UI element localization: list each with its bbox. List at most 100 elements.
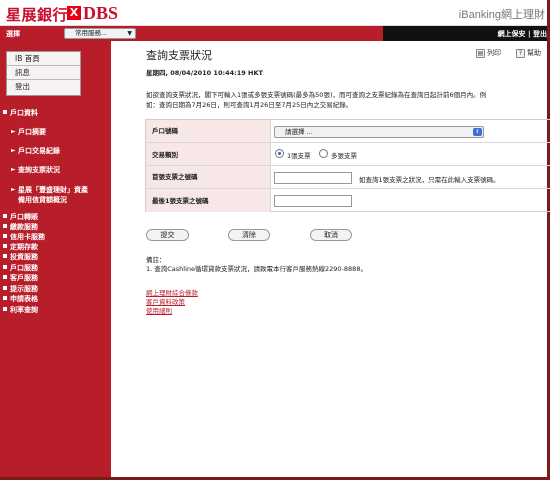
bullet-icon	[3, 214, 7, 218]
print-label: 列印	[487, 49, 501, 57]
sidebar-section-bill-payment[interactable]: 繳款服務	[3, 223, 38, 232]
last-cheque-input[interactable]	[274, 195, 352, 207]
sidebar-section-label: 客戶服務	[10, 274, 38, 282]
help-button[interactable]: ? 幫助	[516, 48, 541, 58]
sidebar-section-label: 繳款服務	[10, 223, 38, 231]
bullet-icon	[3, 110, 7, 114]
sidebar-section-label: 信用卡服務	[10, 233, 45, 241]
sidebar-section-customer-services[interactable]: 客戶服務	[3, 274, 38, 283]
sidebar-section-label: 戶口轉賬	[10, 213, 38, 221]
notes-item: 1. 查詢Cashline循環貸款支票狀況，請致電本行客戶服務熱線2290-88…	[146, 265, 367, 273]
sidebar-section-label: 戶口服務	[10, 264, 38, 272]
bullet-icon	[3, 275, 7, 279]
sidebar-item-label: 戶口摘要	[18, 128, 46, 136]
clear-button[interactable]: 清除	[228, 229, 270, 241]
sidebar-section-time-deposit[interactable]: 定期存款	[3, 243, 38, 252]
help-icon: ?	[516, 48, 525, 58]
print-button[interactable]: ▤ 列印	[476, 48, 501, 58]
select-label: 選擇	[6, 30, 20, 38]
sidebar-section-label: 定期存款	[10, 243, 38, 251]
dbs-logo-text: DBS	[83, 3, 119, 23]
first-cheque-hint: 如查詢1張支票之狀況，只需在此輸入支票號碼。	[359, 176, 500, 184]
sidebar-item-label: 星展「豐盛理財」資產	[18, 186, 88, 194]
bullet-icon	[3, 244, 7, 248]
sidebar-item-label: 查詢支票狀況	[18, 166, 60, 174]
login-datetime: 星期四, 08/04/2010 10:44:19 HKT	[146, 69, 263, 77]
sidebar-item-messages[interactable]: 訊息	[7, 66, 80, 80]
intro-line-2: 如：查詢日期為7月26日，則可查詢1月26日至7月25日內之交易紀錄。	[146, 101, 353, 109]
notes-title: 備註：	[146, 256, 166, 264]
first-cheque-input[interactable]	[274, 172, 352, 184]
arrow-right-icon: ►	[11, 128, 16, 135]
link-terms-of-use[interactable]: 使用細則	[146, 307, 198, 316]
bullet-icon	[3, 265, 7, 269]
chevron-down-icon: ▼	[127, 30, 132, 37]
sidebar-section-account-info[interactable]: 戶口資料	[3, 109, 38, 118]
ibanking-brand: iBanking網上理財	[458, 9, 545, 21]
sidebar-section-label: 申請表格	[10, 295, 38, 303]
sidebar-section-credit-card[interactable]: 信用卡服務	[3, 233, 45, 242]
radio-single-cheque[interactable]	[275, 149, 284, 158]
intro-text: 如欲查詢支票狀況，閣下可輸入1張或多張支票號碼(最多為50張)，而可查詢之支票紀…	[146, 90, 550, 110]
intro-line-1: 如欲查詢支票狀況，閣下可輸入1張或多張支票號碼(最多為50張)，而可查詢之支票紀…	[146, 91, 487, 99]
account-select[interactable]: 請選擇 ... ⇕	[274, 126, 484, 138]
help-label: 幫助	[527, 49, 541, 57]
sidebar-item-cheque-status[interactable]: ► 查詢支票狀況	[11, 165, 60, 175]
account-select-value: 請選擇 ...	[285, 128, 313, 136]
sidebar-section-label: 利率查詢	[10, 306, 38, 314]
submit-button[interactable]: 提交	[146, 229, 189, 241]
page-title: 查詢支票狀況	[146, 49, 212, 62]
notes: 備註： 1. 查詢Cashline循環貸款支票狀況，請致電本行客戶服務熱線229…	[146, 256, 367, 274]
sidebar-section-transfer[interactable]: 戶口轉賬	[3, 213, 38, 222]
sidebar-item-transactions[interactable]: ► 戶口交易紀錄	[11, 146, 60, 156]
printer-icon: ▤	[476, 48, 485, 58]
link-terms[interactable]: 網上理財綜合條款	[146, 289, 198, 298]
cancel-button[interactable]: 取消	[310, 229, 352, 241]
sidebar-section-rates[interactable]: 利率查詢	[3, 306, 38, 315]
sidebar-section-label: 投資服務	[10, 253, 38, 261]
link-privacy-policy[interactable]: 客戶資料政策	[146, 298, 198, 307]
bullet-icon	[3, 307, 7, 311]
sidebar-item-treasures-credit[interactable]: ► 星展「豐盛理財」資產 備用信貸額概況	[11, 185, 88, 205]
sidebar-item-ib-home[interactable]: IB 首頁	[7, 52, 80, 66]
bullet-icon	[3, 296, 7, 300]
radio-multiple-cheques[interactable]	[319, 149, 328, 158]
form-row-first-cheque: 首張支票之號碼 如查詢1張支票之狀況，只需在此輸入支票號碼。	[146, 166, 550, 189]
arrow-right-icon: ►	[11, 186, 16, 193]
sidebar-section-alerts[interactable]: 提示服務	[3, 285, 38, 294]
select-arrows-icon: ⇕	[473, 128, 482, 136]
sidebar-item-label-2: 備用信貸額概況	[18, 196, 67, 204]
sidebar-item-account-summary[interactable]: ► 戶口摘要	[11, 127, 46, 137]
footer-links: 網上理財綜合條款 客戶資料政策 使用細則	[146, 289, 198, 316]
services-select[interactable]: 常用服務... ▼	[64, 28, 136, 39]
first-cheque-label: 首張支票之號碼	[146, 166, 271, 188]
radio-multiple-label: 多張支票	[331, 152, 357, 160]
sidebar-section-forms[interactable]: 申請表格	[3, 295, 38, 304]
bullet-icon	[3, 234, 7, 238]
sidebar-section-label: 提示服務	[10, 285, 38, 293]
sidebar-section-account-services[interactable]: 戶口服務	[3, 264, 38, 273]
dbs-x-logo-icon: X	[67, 6, 81, 20]
bullet-icon	[3, 224, 7, 228]
radio-single-label: 1張支票	[287, 152, 311, 160]
form-row-account: 戶口號碼 請選擇 ... ⇕	[146, 120, 550, 143]
dbs-logo-chinese: 星展銀行	[6, 6, 69, 24]
bullet-icon	[3, 286, 7, 290]
account-label: 戶口號碼	[146, 120, 271, 142]
last-cheque-label: 最後1張支票之號碼	[146, 189, 271, 212]
sidebar-item-logout[interactable]: 登出	[7, 80, 80, 94]
arrow-right-icon: ►	[11, 166, 16, 173]
sidebar-section-investment[interactable]: 投資服務	[3, 253, 38, 262]
services-select-value: 常用服務...	[75, 29, 108, 37]
ib-menu-box: IB 首頁 訊息 登出	[6, 51, 81, 96]
sidebar-item-label: 戶口交易紀錄	[18, 147, 60, 155]
type-label: 交易類別	[146, 143, 271, 165]
sidebar-section-label: 戶口資料	[10, 109, 38, 117]
form-row-type: 交易類別 1張支票 多張支票	[146, 143, 550, 166]
top-links[interactable]: 網上保安 | 登出	[498, 29, 547, 39]
cheque-form: 戶口號碼 請選擇 ... ⇕ 交易類別 1張支票 多張支票 首張支票之號碼 如查…	[145, 119, 550, 212]
bullet-icon	[3, 254, 7, 258]
form-row-last-cheque: 最後1張支票之號碼	[146, 189, 550, 212]
arrow-right-icon: ►	[11, 147, 16, 154]
top-header: 星展銀行 X DBS iBanking網上理財	[0, 0, 547, 26]
